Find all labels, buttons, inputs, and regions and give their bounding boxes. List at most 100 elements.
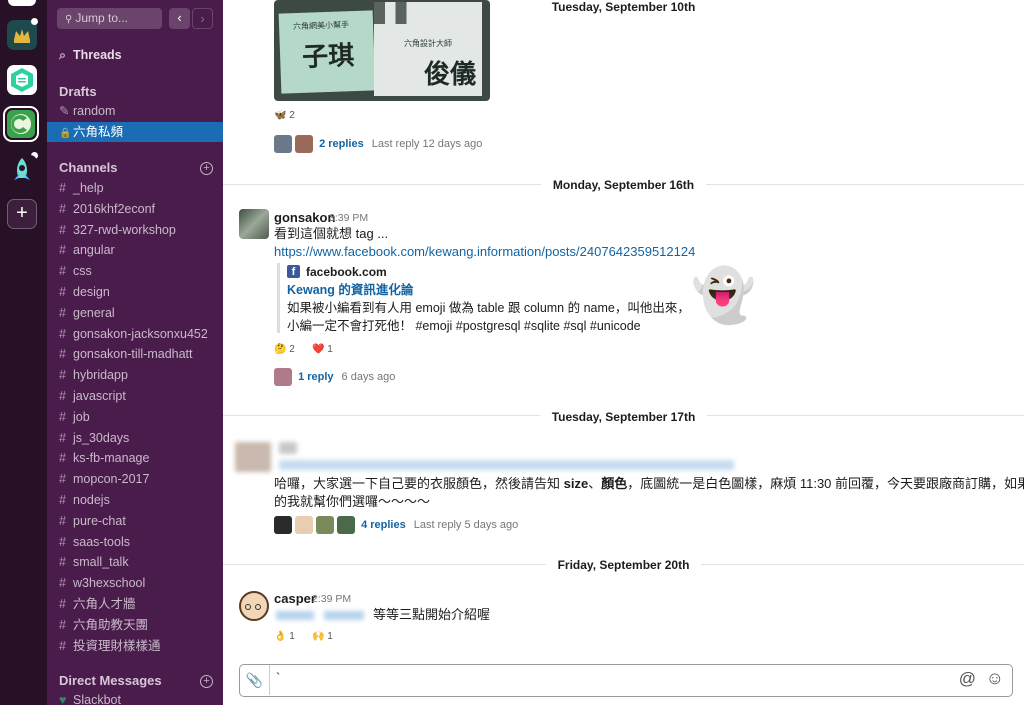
workspace-icon-top[interactable]	[8, 0, 36, 6]
channel-item[interactable]: # mopcon-2017	[47, 469, 223, 489]
reply-count-link[interactable]: 1 reply	[298, 371, 333, 383]
add-channel-icon[interactable]: +	[200, 162, 213, 175]
hash-icon: #	[59, 368, 66, 382]
reaction-butterfly[interactable]: 🦋 2	[274, 107, 295, 125]
hash-icon: #	[59, 472, 66, 486]
shared-image[interactable]: 六角網美小幫手 子琪 六角設計大師 俊儀	[274, 0, 490, 101]
channel-item[interactable]: # hybridapp	[47, 365, 223, 385]
draft-item-random[interactable]: ✎ random	[47, 101, 223, 121]
reply-count-link[interactable]: 2 replies	[319, 138, 364, 150]
avatar[interactable]	[239, 209, 269, 239]
dm-item-slackbot[interactable]: ♥ Slackbot	[47, 690, 223, 705]
reply-count-link[interactable]: 4 replies	[361, 519, 406, 531]
username[interactable]: gonsakon	[274, 210, 335, 225]
jump-to-label: Jump to...	[75, 11, 129, 25]
channel-item[interactable]: # 六角助教天團	[47, 615, 223, 635]
hash-icon: #	[59, 327, 66, 341]
message-link[interactable]: https://www.facebook.com/kewang.informat…	[274, 243, 695, 261]
avatar	[274, 368, 292, 387]
channel-item[interactable]: # pure-chat	[47, 511, 223, 531]
hash-icon: #	[59, 264, 66, 278]
hash-icon: #	[59, 347, 66, 361]
channel-label: mopcon-2017	[73, 472, 150, 486]
draft-label: 六角私頻	[73, 125, 124, 139]
jump-to-button[interactable]: ⚲ Jump to...	[57, 8, 162, 29]
hash-icon: #	[59, 493, 66, 507]
channel-item[interactable]: # gonsakon-jacksonxu452	[47, 324, 223, 344]
channel-item[interactable]: # general	[47, 303, 223, 323]
channel-item[interactable]: # gonsakon-till-madhatt	[47, 344, 223, 364]
preview-desc-1: 如果被小編看到有人用 emoji 做為 table 跟 column 的 nam…	[287, 301, 690, 315]
hash-icon: #	[59, 576, 66, 590]
channel-item[interactable]: #327-rwd-workshop	[47, 220, 223, 240]
ghost-icon[interactable]: 👻	[691, 266, 756, 326]
hash-icon: #	[59, 618, 66, 632]
add-dm-icon[interactable]: +	[200, 675, 213, 688]
channel-sidebar: ⚲ Jump to... ‹ › ⌕ Threads Drafts ✎ random …	[47, 0, 223, 705]
thread-summary[interactable]: 2 replies Last reply 12 days ago	[274, 135, 483, 154]
workspace-icon-rocket[interactable]	[7, 155, 37, 185]
direct-messages-header[interactable]: Direct Messages	[59, 673, 162, 688]
attach-icon[interactable]: 📎	[240, 665, 270, 695]
last-reply-text: Last reply 12 days ago	[371, 138, 483, 150]
username[interactable]: casper	[274, 591, 316, 606]
channel-label: w3hexschool	[73, 576, 146, 590]
message-text-2: 的我就幫你們選囉～～～～	[274, 494, 431, 509]
workspace-icon-active[interactable]	[3, 106, 39, 142]
channel-item[interactable]: # 投資理財樣樣通	[47, 636, 223, 656]
thread-summary[interactable]: 4 replies Last reply 5 days ago	[274, 516, 518, 535]
channel-item[interactable]: # js_30days	[47, 428, 223, 448]
channel-label: nodejs	[73, 493, 110, 507]
channel-label: 投資理財樣樣通	[73, 639, 161, 653]
timestamp[interactable]: 3:39 PM	[329, 212, 368, 224]
channel-label: small_talk	[73, 555, 129, 569]
mention-icon[interactable]: @	[959, 669, 976, 689]
history-back-button[interactable]: ‹	[169, 8, 190, 29]
avatar[interactable]	[239, 591, 269, 621]
channel-label: 2016khf2econf	[73, 202, 156, 216]
draft-item-private[interactable]: 🔒 六角私頻	[47, 122, 223, 142]
reaction-thinking[interactable]: 🤔 2	[274, 341, 295, 359]
history-forward-button[interactable]: ›	[192, 8, 213, 29]
channel-item[interactable]: # javascript	[47, 386, 223, 406]
avatar[interactable]	[235, 442, 271, 472]
reaction-heart[interactable]: ❤️ 1	[312, 341, 333, 359]
channel-label: javascript	[73, 389, 126, 403]
message-input[interactable]: `	[276, 670, 280, 685]
threads-link[interactable]: ⌕ Threads	[47, 45, 223, 65]
channel-item[interactable]: # ks-fb-manage	[47, 448, 223, 468]
preview-bar	[277, 263, 280, 333]
hash-icon: #	[59, 181, 66, 195]
channel-item[interactable]: # small_talk	[47, 552, 223, 572]
hash-icon: #	[59, 514, 66, 528]
channel-item[interactable]: # 六角人才牆	[47, 594, 223, 614]
channel-label: job	[73, 410, 90, 424]
channel-item[interactable]: # css	[47, 261, 223, 281]
workspace-icon-hex[interactable]	[7, 65, 37, 95]
hash-icon: #	[59, 223, 66, 237]
reaction-ok-hand[interactable]: 👌 1	[274, 628, 295, 646]
channel-label: css	[73, 264, 92, 278]
hash-icon: #	[59, 306, 66, 320]
preview-title-link[interactable]: Kewang 的資訊進化論	[287, 281, 413, 299]
channel-item[interactable]: # angular	[47, 240, 223, 260]
redacted-mention	[276, 611, 314, 620]
channel-item[interactable]: # saas-tools	[47, 532, 223, 552]
timestamp[interactable]: 2:39 PM	[312, 593, 351, 605]
channel-item[interactable]: # design	[47, 282, 223, 302]
emoji-picker-icon[interactable]: ☺	[986, 668, 1004, 689]
preview-site: facebook.com	[306, 265, 387, 279]
channels-header[interactable]: Channels	[59, 160, 118, 175]
thread-summary[interactable]: 1 reply 6 days ago	[274, 368, 395, 387]
message-composer[interactable]: 📎 ` @ ☺	[239, 664, 1013, 697]
channel-item[interactable]: # nodejs	[47, 490, 223, 510]
facebook-icon: f	[287, 265, 300, 278]
channel-item[interactable]: #2016khf2econf	[47, 199, 223, 219]
channel-item[interactable]: # _help	[47, 178, 223, 198]
channel-item[interactable]: # job	[47, 407, 223, 427]
add-workspace-button[interactable]: +	[7, 199, 37, 229]
hash-icon: #	[59, 535, 66, 549]
avatar	[295, 135, 313, 154]
channel-item[interactable]: # w3hexschool	[47, 573, 223, 593]
reaction-raised-hands[interactable]: 🙌 1	[312, 628, 333, 646]
